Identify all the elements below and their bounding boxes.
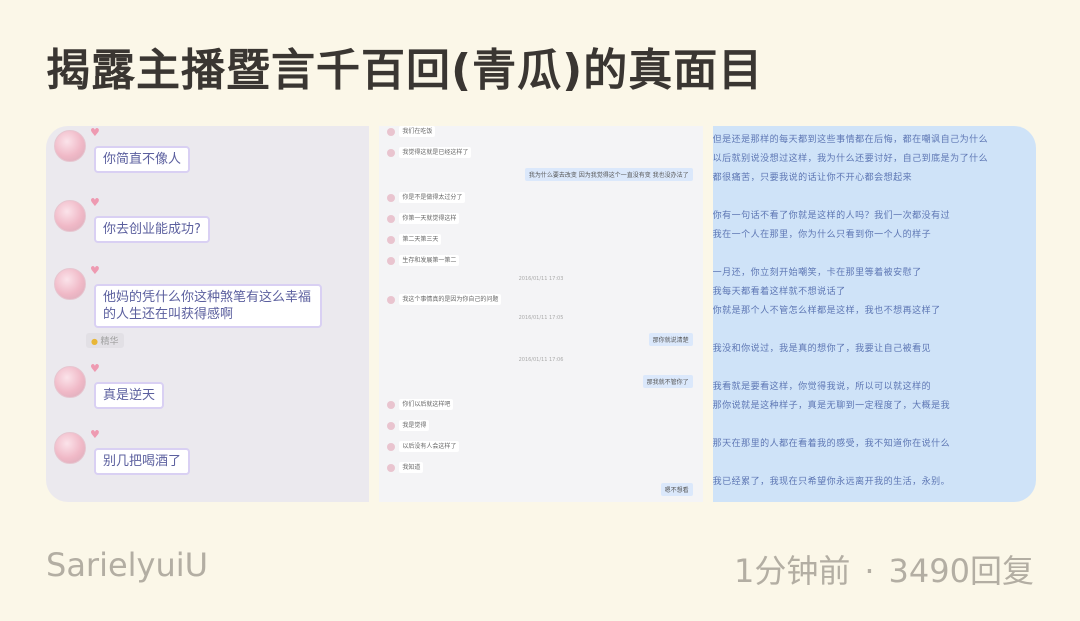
chat-line: 嗯不想看 bbox=[660, 483, 693, 496]
chat-text: 我这个事情真的是因为你自己的问题 bbox=[399, 294, 502, 305]
chat-line: 我这个事情真的是因为你自己的问题 bbox=[387, 294, 502, 305]
avatar bbox=[387, 148, 396, 157]
avatar bbox=[54, 130, 86, 162]
text-screenshot-3[interactable]: 但是还是那样的每天都到这些事情都在后悔，都在嘲讽自己为什么 以后就别说没想过这样，… bbox=[712, 126, 1036, 502]
timestamp: 2016/01/11 17:05 bbox=[518, 315, 564, 321]
text-line: 那你说就是这种样子，真是无聊到一定程度了，大概是我 bbox=[712, 401, 951, 411]
meta-separator: · bbox=[864, 552, 875, 590]
chat-text: 你是不是做得太过分了 bbox=[399, 192, 466, 203]
reply-count: 3490回复 bbox=[888, 552, 1034, 590]
text-line: 我已经累了，我现在只希望你永远离开我的生活，永别。 bbox=[712, 477, 951, 487]
author-name[interactable]: SarielyuiU bbox=[46, 546, 208, 584]
text-line: 我没和你说过，我是真的想你了，我要让自己被看见 bbox=[712, 344, 932, 354]
heart-icon: ♥ bbox=[90, 196, 100, 209]
avatar bbox=[54, 366, 86, 398]
text-line: 我看就是要看这样，你觉得我说，所以可以就这样的 bbox=[712, 382, 932, 392]
chat-text: 我们在吃饭 bbox=[399, 126, 436, 137]
avatar bbox=[387, 256, 396, 265]
post-time: 1分钟前 bbox=[734, 552, 851, 590]
chat-line: 我觉得这就是已经这样了 bbox=[387, 147, 472, 158]
text-line: 都很痛苦，只要我说的话让你不开心都会想起来 bbox=[712, 173, 913, 183]
chat-line: 你们以后就这样吧 bbox=[387, 399, 454, 410]
chat-text: 生存和发展第一第二 bbox=[399, 255, 460, 266]
avatar bbox=[54, 200, 86, 232]
avatar bbox=[54, 432, 86, 464]
chat-bubble: 别几把喝酒了 bbox=[94, 448, 191, 475]
chat-text: 我觉得这就是已经这样了 bbox=[399, 147, 472, 158]
chat-line: 那你就说清楚 bbox=[648, 333, 693, 346]
chat-text: 你们以后就这样吧 bbox=[399, 399, 454, 410]
reaction-tag: 精华 bbox=[86, 333, 124, 348]
image-gallery[interactable]: ♥ 你简直不像人 ♥ 你去创业能成功? ♥ 他妈的凭什么你这种煞笔有这么幸福的人生还在叫获… bbox=[46, 126, 1036, 502]
chat-screenshot-2[interactable]: 我们在吃饭我觉得这就是已经这样了我为什么要去改变 因为我觉得这个一直没有变 我也… bbox=[379, 126, 703, 502]
chat-line: 第二天第三天 bbox=[387, 234, 442, 245]
post-title[interactable]: 揭露主播暨言千百回(青瓜)的真面目 bbox=[46, 34, 1046, 98]
chat-line: 我知道 bbox=[387, 462, 424, 473]
avatar bbox=[387, 463, 396, 472]
avatar bbox=[54, 268, 86, 300]
avatar bbox=[387, 193, 396, 202]
text-line: 但是还是那样的每天都到这些事情都在后悔，都在嘲讽自己为什么 bbox=[712, 135, 989, 145]
avatar bbox=[387, 214, 396, 223]
heart-icon: ♥ bbox=[90, 264, 100, 277]
text-line: 你就是那个人不管怎么样都是这样，我也不想再这样了 bbox=[712, 306, 941, 316]
chat-text: 我是觉得 bbox=[399, 420, 430, 431]
chat-line: 那我就不管你了 bbox=[642, 375, 693, 388]
avatar bbox=[387, 421, 396, 430]
avatar bbox=[387, 400, 396, 409]
chat-text: 以后没有人会这样了 bbox=[399, 441, 460, 452]
text-line: 一月还，你立刻开始嘲笑，卡在那里等着被安慰了 bbox=[712, 268, 922, 278]
heart-icon: ♥ bbox=[90, 126, 100, 139]
avatar bbox=[387, 442, 396, 451]
avatar bbox=[387, 235, 396, 244]
avatar bbox=[387, 127, 396, 136]
chat-bubble: 他妈的凭什么你这种煞笔有这么幸福的人生还在叫获得感啊 bbox=[94, 284, 322, 328]
chat-line: 我们在吃饭 bbox=[387, 126, 436, 137]
text-line: 我在一个人在那里，你为什么只看到你一个人的样子 bbox=[712, 230, 932, 240]
chat-line: 我为什么要去改变 因为我觉得这个一直没有变 我也没办法了 bbox=[524, 168, 693, 181]
heart-icon: ♥ bbox=[90, 362, 100, 375]
chat-bubble: 你去创业能成功? bbox=[94, 216, 210, 243]
avatar bbox=[387, 295, 396, 304]
timestamp: 2016/01/11 17:06 bbox=[518, 357, 564, 363]
chat-line: 生存和发展第一第二 bbox=[387, 255, 460, 266]
chat-bubble: 真是逆天 bbox=[94, 382, 165, 409]
text-line: 我每天都看着这样就不想说话了 bbox=[712, 287, 846, 297]
text-line: 你有一句话不看了你就是这样的人吗？我们一次都没有过 bbox=[712, 211, 951, 221]
chat-text: 我知道 bbox=[399, 462, 424, 473]
chat-screenshot-1[interactable]: ♥ 你简直不像人 ♥ 你去创业能成功? ♥ 他妈的凭什么你这种煞笔有这么幸福的人生还在叫获… bbox=[46, 126, 370, 502]
heart-icon: ♥ bbox=[90, 428, 100, 441]
post-meta: 1分钟前 · 3490回复 bbox=[734, 546, 1034, 592]
chat-text: 你第一天就觉得这样 bbox=[399, 213, 460, 224]
chat-bubble: 你简直不像人 bbox=[94, 146, 191, 173]
chat-line: 你是不是做得太过分了 bbox=[387, 192, 466, 203]
text-line: 那天在那里的人都在看着我的感受，我不知道你在说什么 bbox=[712, 439, 951, 449]
timestamp: 2016/01/11 17:03 bbox=[518, 276, 564, 282]
chat-text: 第二天第三天 bbox=[399, 234, 442, 245]
chat-line: 我是觉得 bbox=[387, 420, 430, 431]
text-line: 以后就别说没想过这样，我为什么还要讨好，自己到底是为了什么 bbox=[712, 154, 989, 164]
chat-line: 你第一天就觉得这样 bbox=[387, 213, 460, 224]
chat-line: 以后没有人会这样了 bbox=[387, 441, 460, 452]
